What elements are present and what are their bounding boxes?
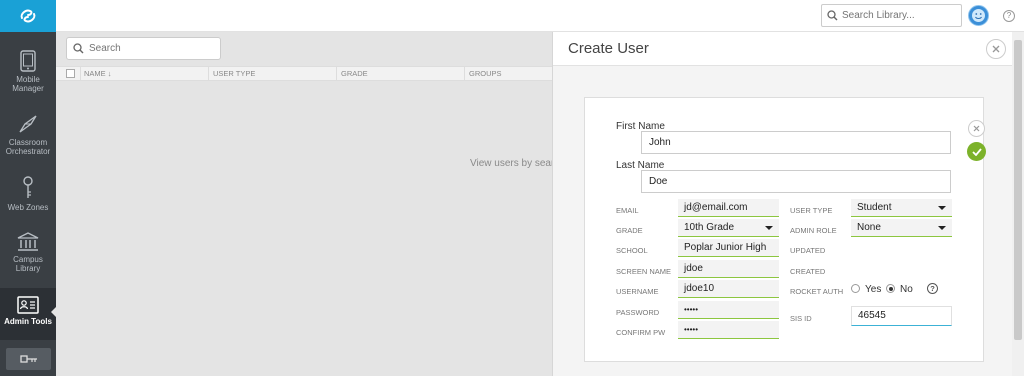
user-form-card: First Name John Last Name Doe EMAIL jd@e… <box>584 97 984 362</box>
nav-item-campus-library[interactable]: Campus Library <box>0 232 56 273</box>
save-button[interactable] <box>967 142 986 161</box>
nav-item-classroom-orchestrator[interactable]: Classroom Orchestrator <box>0 113 56 156</box>
id-card-icon <box>17 296 39 314</box>
nav-bottom-button[interactable] <box>6 348 51 370</box>
user-type-select[interactable]: Student <box>851 199 952 217</box>
panel-header: Create User <box>553 32 1013 66</box>
close-icon <box>973 125 980 132</box>
checkmark-icon <box>971 147 982 156</box>
close-icon <box>992 45 1000 53</box>
nav-item-web-zones[interactable]: Web Zones <box>0 176 56 212</box>
smiley-icon <box>972 9 985 22</box>
table-header: NAME ↓ USER TYPE GRADE GROUPS <box>56 66 552 81</box>
empty-state-message: View users by search <box>470 158 552 169</box>
admin-role-label: ADMIN ROLE <box>790 226 837 235</box>
password-field[interactable]: ••••• <box>678 301 779 319</box>
rocket-auth-help-icon[interactable]: ? <box>927 283 938 294</box>
library-search-input[interactable] <box>842 10 952 21</box>
rocket-auth-yes-label: Yes <box>865 284 882 295</box>
column-header-name[interactable]: NAME ↓ <box>84 69 112 78</box>
first-name-field[interactable]: John <box>641 131 951 154</box>
nav-label: Classroom Orchestrator <box>5 138 51 156</box>
compass-icon <box>19 115 37 133</box>
nav-item-admin-tools[interactable]: Admin Tools <box>0 288 57 340</box>
school-field[interactable]: Poplar Junior High <box>678 239 779 257</box>
nav-label: Campus Library <box>13 255 43 273</box>
confirm-password-label: CONFIRM PW <box>616 328 666 337</box>
password-label: PASSWORD <box>616 308 660 317</box>
column-header-user-type[interactable]: USER TYPE <box>213 69 255 78</box>
nav-label: Mobile Manager <box>12 75 44 93</box>
user-type-label: USER TYPE <box>790 206 833 215</box>
rocket-auth-yes-radio[interactable] <box>851 284 860 293</box>
rocket-auth-label: ROCKET AUTH <box>790 287 844 296</box>
search-icon <box>73 43 84 54</box>
app-logo[interactable] <box>0 0 56 32</box>
column-header-groups[interactable]: GROUPS <box>469 69 502 78</box>
create-user-panel: Create User First Name John Last Name Do… <box>552 32 1013 376</box>
updated-label: UPDATED <box>790 246 826 255</box>
select-all-checkbox[interactable] <box>66 69 75 78</box>
username-field[interactable]: jdoe10 <box>678 280 779 298</box>
tablet-icon <box>20 50 36 72</box>
help-icon[interactable]: ? <box>1003 10 1015 22</box>
close-panel-button[interactable] <box>986 39 1006 59</box>
sis-id-field[interactable]: 46545 <box>851 306 952 326</box>
top-bar: ? <box>56 0 1024 32</box>
key-icon <box>23 176 33 198</box>
search-icon <box>827 10 838 21</box>
confirm-password-field[interactable]: ••••• <box>678 321 779 339</box>
school-label: SCHOOL <box>616 246 648 255</box>
sis-id-label: SIS ID <box>790 314 812 323</box>
cancel-button[interactable] <box>968 120 985 137</box>
user-list-area: NAME ↓ USER TYPE GRADE GROUPS View users… <box>56 32 552 376</box>
admin-role-select[interactable]: None <box>851 219 952 237</box>
nav-label: Admin Tools <box>4 317 52 326</box>
email-label: EMAIL <box>616 206 639 215</box>
username-label: USERNAME <box>616 287 659 296</box>
email-field[interactable]: jd@email.com <box>678 199 779 217</box>
grade-select[interactable]: 10th Grade <box>678 219 779 237</box>
screen-name-field[interactable]: jdoe <box>678 260 779 278</box>
library-search[interactable] <box>821 4 962 27</box>
user-search-input[interactable] <box>89 43 209 54</box>
last-name-field[interactable]: Doe <box>641 170 951 193</box>
nav-item-mobile-manager[interactable]: Mobile Manager <box>0 50 56 93</box>
page-title: Create User <box>568 40 649 57</box>
created-label: CREATED <box>790 267 826 276</box>
screen-name-label: SCREEN NAME <box>616 267 672 276</box>
rocket-auth-no-radio[interactable] <box>886 284 895 293</box>
grade-label: GRADE <box>616 226 643 235</box>
key-icon <box>19 355 37 363</box>
nav-label: Web Zones <box>7 203 49 212</box>
column-header-grade[interactable]: GRADE <box>341 69 368 78</box>
user-search[interactable] <box>66 37 221 60</box>
library-icon <box>17 232 39 251</box>
side-navigation: Mobile Manager Classroom Orchestrator We… <box>0 0 57 376</box>
avatar[interactable] <box>968 5 989 26</box>
panel-scrollbar-thumb[interactable] <box>1014 40 1022 340</box>
rocket-auth-no-label: No <box>900 284 913 295</box>
logo-icon <box>20 9 36 23</box>
